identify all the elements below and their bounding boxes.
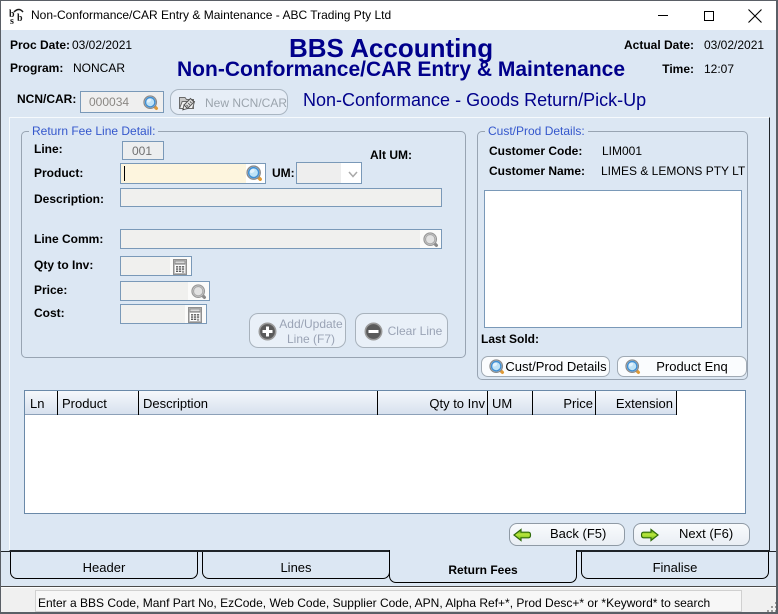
svg-text:b: b [17,13,23,24]
svg-text:s: s [10,16,14,25]
